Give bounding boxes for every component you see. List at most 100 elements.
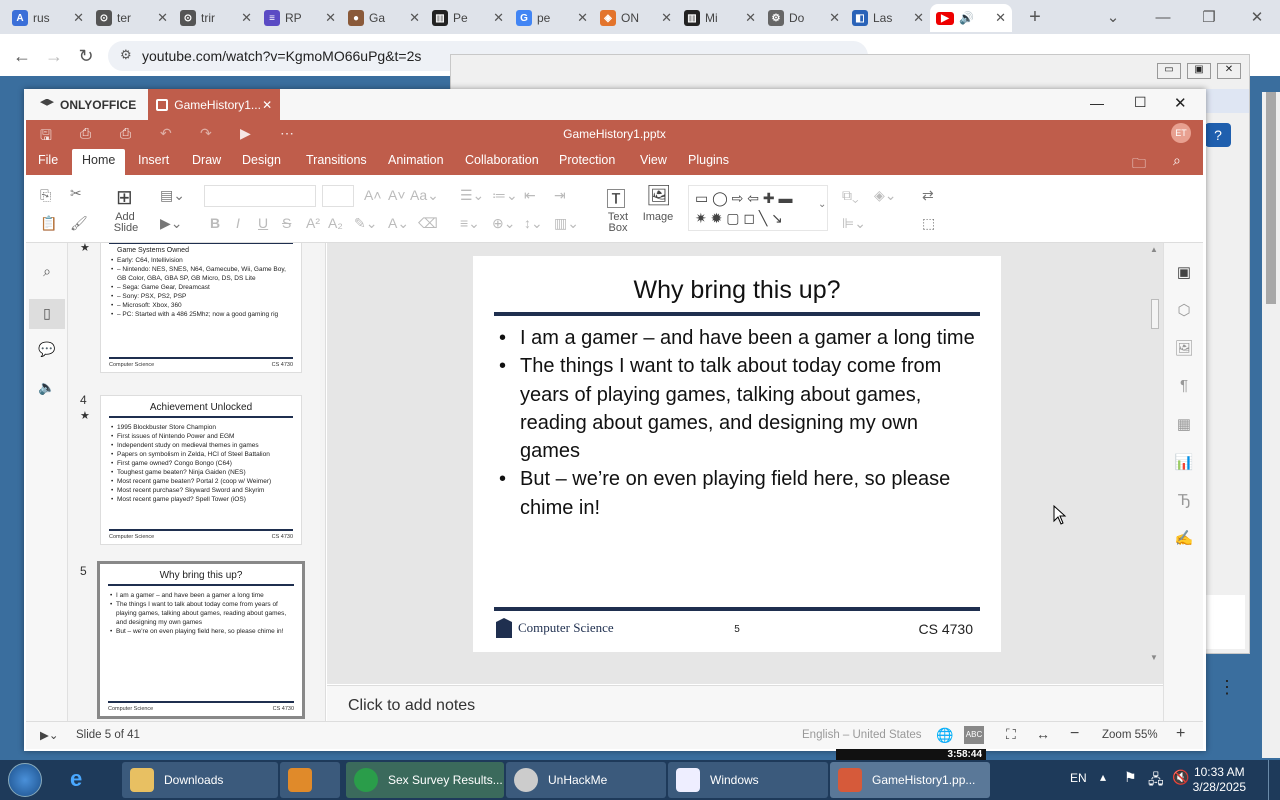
canvas-scrollbar-thumb[interactable]: [1151, 299, 1159, 329]
align-left-icon[interactable]: ≡⌄: [460, 215, 480, 232]
slide-bullet[interactable]: I am a gamer – and have been a gamer a l…: [499, 324, 979, 353]
slide-bullet-list[interactable]: I am a gamer – and have been a gamer a l…: [499, 324, 979, 522]
bg-close-button[interactable]: ✕: [1217, 63, 1241, 79]
close-tab-icon[interactable]: ✕: [157, 10, 168, 26]
numbering-icon[interactable]: ≔⌄: [492, 187, 518, 204]
menu-tab-animation[interactable]: Animation: [388, 153, 444, 167]
slide-settings-icon[interactable]: ▣: [1174, 263, 1194, 283]
paragraph-settings-icon[interactable]: ¶: [1174, 377, 1194, 397]
slide-size-icon[interactable]: ▶⌄: [160, 215, 183, 232]
taskbar-app-chrome[interactable]: Sex Survey Results...: [346, 762, 504, 798]
superscript-icon[interactable]: A²: [306, 215, 320, 231]
more-options-icon[interactable]: ⋮: [1218, 677, 1236, 698]
document-language-icon[interactable]: 🌐: [936, 727, 953, 744]
menu-tab-protection[interactable]: Protection: [559, 153, 615, 167]
bg-restore-button[interactable]: ▣: [1187, 63, 1211, 79]
table-settings-icon[interactable]: ▦: [1174, 415, 1194, 435]
play-slideshow-icon[interactable]: ▶⌄: [40, 728, 58, 742]
menu-tab-home[interactable]: Home: [72, 149, 126, 175]
browser-tab[interactable]: ⚙ Do ✕: [762, 4, 846, 32]
decrease-indent-icon[interactable]: ⇤: [524, 187, 536, 204]
browser-tab[interactable]: ◧ Las ✕: [846, 4, 930, 32]
browser-tab[interactable]: ⊙ trir ✕: [174, 4, 258, 32]
taskbar-app-windows[interactable]: Windows: [668, 762, 828, 798]
slide-bullet[interactable]: The things I want to talk about today co…: [499, 352, 979, 465]
audio-icon[interactable]: 🔈: [37, 379, 57, 399]
font-color-icon[interactable]: A⌄: [388, 215, 409, 232]
close-browser-button[interactable]: ✕: [1244, 6, 1270, 28]
decrease-font-icon[interactable]: A˅: [388, 187, 406, 203]
tray-expand-icon[interactable]: ▴: [1100, 770, 1106, 784]
font-name-select[interactable]: [204, 185, 316, 207]
subscript-icon[interactable]: A₂: [328, 215, 343, 231]
minimize-browser-button[interactable]: —: [1150, 6, 1176, 28]
taskbar-app-downloads[interactable]: Downloads: [122, 762, 278, 798]
add-slide-label-2[interactable]: Slide: [106, 222, 146, 234]
menu-tab-plugins[interactable]: Plugins: [688, 153, 729, 167]
comments-icon[interactable]: 💬: [37, 341, 57, 361]
browser-tab[interactable]: Arus ✕: [6, 4, 90, 32]
oo-close-button[interactable]: ✕: [1174, 94, 1187, 112]
close-tab-icon[interactable]: ✕: [493, 10, 504, 26]
restore-browser-button[interactable]: ❐: [1196, 6, 1222, 28]
clock[interactable]: 10:33 AM 3/28/2025: [1193, 765, 1246, 795]
browser-tab[interactable]: Gpe ✕: [510, 4, 594, 32]
arrange-icon[interactable]: ⧉⌄: [842, 187, 859, 204]
bg-search-icon[interactable]: [1201, 89, 1249, 113]
italic-icon[interactable]: I: [236, 215, 240, 231]
replace-icon[interactable]: ⇄: [922, 187, 934, 204]
shapes-gallery[interactable]: ▭ ◯ ⇨ ⇦ ✚ ▬ ✷ ✹ ▢ ◻ ╲ ↘: [688, 185, 828, 231]
site-info-icon[interactable]: ⚙: [120, 47, 132, 63]
slide-thumb-5-selected[interactable]: Why bring this up? I am a gamer – and ha…: [97, 561, 305, 719]
slide-thumb-4[interactable]: Achievement Unlocked 1995 Blockbuster St…: [100, 395, 302, 545]
close-tab-icon[interactable]: ✕: [577, 10, 588, 26]
search-icon[interactable]: ⌕: [1173, 152, 1181, 169]
format-painter-icon[interactable]: 🖌: [70, 215, 88, 232]
oo-maximize-button[interactable]: ☐: [1134, 94, 1147, 111]
tab-search-icon[interactable]: ⌄: [1100, 6, 1126, 28]
close-tab-icon[interactable]: ✕: [829, 10, 840, 26]
highlight-icon[interactable]: ✎⌄: [354, 215, 377, 232]
slides-panel-icon[interactable]: ▯: [29, 299, 65, 329]
image-label[interactable]: Image: [638, 211, 678, 223]
slide-title[interactable]: Why bring this up?: [473, 276, 1001, 305]
scroll-up-icon[interactable]: ▲: [1150, 245, 1158, 254]
browser-tab[interactable]: ◈ ON ✕: [594, 4, 678, 32]
menu-tab-collaboration[interactable]: Collaboration: [465, 153, 539, 167]
find-icon[interactable]: ⌕: [37, 263, 57, 283]
menu-tab-transitions[interactable]: Transitions: [306, 153, 367, 167]
strikethrough-icon[interactable]: S: [282, 215, 291, 231]
align-shape-icon[interactable]: ⊫⌄: [842, 215, 866, 232]
textart-settings-icon[interactable]: Ꚋ: [1174, 491, 1194, 511]
taskbar-app-media[interactable]: [280, 762, 340, 798]
slide-bullet[interactable]: But – we’re on even playing field here, …: [499, 465, 979, 522]
text-box-label-2[interactable]: Box: [600, 222, 636, 234]
shapes-more-icon[interactable]: ⌄: [818, 199, 826, 210]
close-tab-icon[interactable]: ✕: [995, 10, 1006, 26]
menu-tab-draw[interactable]: Draw: [192, 153, 221, 167]
taskbar-app-unhackme[interactable]: UnHackMe: [506, 762, 666, 798]
text-box-icon[interactable]: 🅃: [606, 183, 626, 212]
browser-tab[interactable]: ● Ga ✕: [342, 4, 426, 32]
menu-tab-view[interactable]: View: [640, 153, 667, 167]
close-tab-icon[interactable]: ✕: [325, 10, 336, 26]
shape-settings-icon[interactable]: ⬡: [1174, 301, 1194, 321]
notes-field[interactable]: Click to add notes: [327, 685, 1163, 721]
slide-thumbnails-panel[interactable]: ★ Game Systems Owned Early: C64, Intelli…: [68, 243, 326, 721]
tray-network-icon[interactable]: 🖧: [1148, 769, 1164, 793]
close-tab-icon[interactable]: ✕: [913, 10, 924, 26]
avatar[interactable]: ET: [1171, 123, 1191, 143]
tray-icon-1[interactable]: ⚑: [1124, 769, 1137, 786]
close-tab-icon[interactable]: ✕: [409, 10, 420, 26]
image-settings-icon[interactable]: 🖼: [1174, 339, 1194, 359]
signature-settings-icon[interactable]: ✍: [1174, 529, 1194, 549]
close-tab-icon[interactable]: ✕: [73, 10, 84, 26]
increase-font-icon[interactable]: A˄: [364, 187, 382, 203]
bg-minimize-button[interactable]: ▭: [1157, 63, 1181, 79]
vertical-align-icon[interactable]: ⊕⌄: [492, 215, 515, 232]
canvas-scrollbar[interactable]: ▲ ▼: [1147, 243, 1163, 684]
change-layout-icon[interactable]: ▤⌄: [160, 187, 185, 204]
browser-tab[interactable]: ▥ Pe ✕: [426, 4, 510, 32]
help-icon[interactable]: ?: [1205, 123, 1231, 147]
chart-settings-icon[interactable]: 📊: [1174, 453, 1194, 473]
